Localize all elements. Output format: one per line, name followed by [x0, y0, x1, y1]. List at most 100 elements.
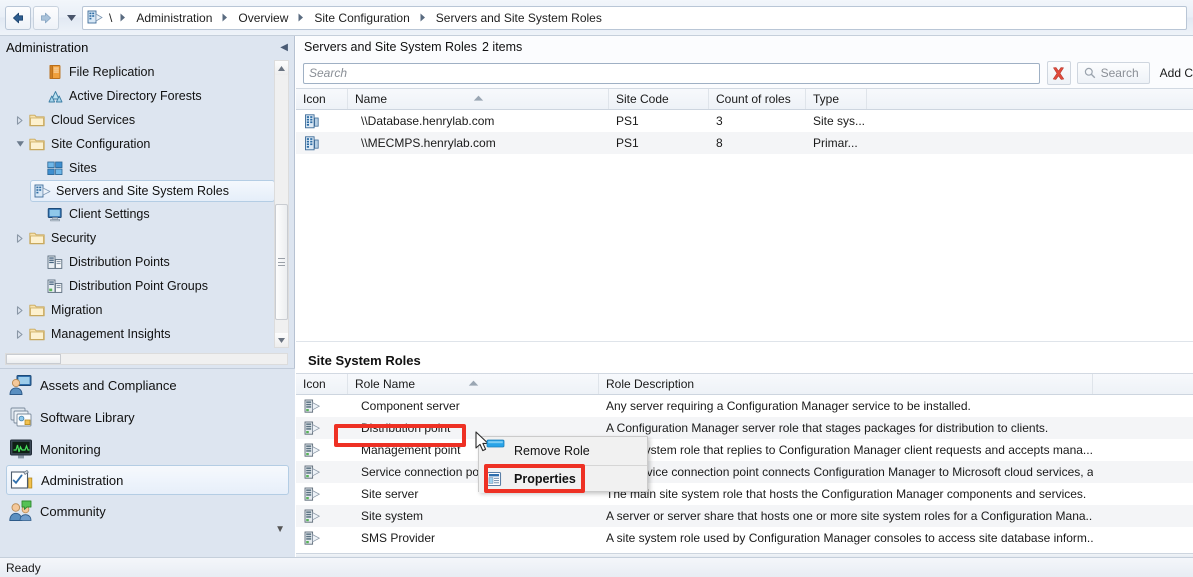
column-header-label: Icon [303, 377, 326, 391]
site-role-icon [296, 527, 348, 549]
sidebar-item-servers-and-site-system-roles[interactable]: Servers and Site System Roles [30, 180, 275, 202]
sidebar-item-security[interactable]: Security [0, 226, 295, 250]
search-input[interactable]: Search [303, 63, 1040, 84]
cell-site-code: PS1 [609, 110, 709, 132]
sidebar-item-client-settings[interactable]: Client Settings [0, 202, 295, 226]
cell-role-description: Any server requiring a Configuration Man… [599, 395, 1093, 417]
search-button-label: Search [1101, 66, 1139, 80]
scrollbar-grip-icon [278, 258, 285, 266]
column-header-icon[interactable]: Icon [296, 89, 348, 109]
configuration-manager-console: \ Administration Overview Site Configura… [0, 0, 1193, 577]
column-header-type[interactable]: Type [806, 89, 867, 109]
breadcrumb-separator-icon[interactable] [416, 13, 430, 22]
sidebar-item-management-insights[interactable]: Management Insights [0, 322, 295, 346]
table-row[interactable]: \\Database.henrylab.comPS13Site sys... [296, 110, 1193, 132]
sidebar-item-file-replication[interactable]: File Replication [0, 60, 295, 84]
red-x-icon [1051, 66, 1066, 81]
tree-expander-icon[interactable] [12, 116, 28, 125]
tree-expander-icon[interactable] [12, 234, 28, 243]
folder-icon [28, 135, 46, 153]
collapse-left-icon[interactable]: ◀ [280, 42, 288, 53]
servers-grid-body: \\Database.henrylab.comPS13Site sys...\\… [296, 110, 1193, 154]
cell-name: \\Database.henrylab.com [348, 110, 609, 132]
sidebar-item-cloud-services[interactable]: Cloud Services [0, 108, 295, 132]
scroll-down-icon[interactable] [275, 333, 288, 347]
table-row[interactable]: Distribution pointA Configuration Manage… [296, 417, 1193, 439]
search-placeholder: Search [309, 66, 347, 80]
tree-expander-icon[interactable] [12, 330, 28, 339]
page-title: Servers and Site System Roles 2 items [296, 36, 1193, 58]
sidebar-item-distribution-points[interactable]: Distribution Points [0, 250, 295, 274]
tree-scrollbar-thumb[interactable] [275, 204, 288, 320]
breadcrumb-item-administration[interactable]: Administration [130, 11, 218, 25]
add-criteria-button[interactable]: Add C [1150, 66, 1193, 80]
menu-item-label: Remove Role [508, 444, 590, 458]
sidebar-item-site-configuration[interactable]: Site Configuration [0, 132, 295, 156]
workspace-assets-and-compliance[interactable]: Assets and Compliance [0, 369, 295, 401]
breadcrumb-item-servers-and-site-system-roles[interactable]: Servers and Site System Roles [430, 11, 608, 25]
tree-vertical-scrollbar[interactable] [274, 60, 289, 348]
tree-expander-icon[interactable] [12, 306, 28, 315]
site-system-roles-panel: Site System Roles IconRole NameRole Desc… [296, 347, 1193, 557]
cell-role-name: Site system [348, 505, 599, 527]
breadcrumb-item-site-configuration[interactable]: Site Configuration [308, 11, 415, 25]
breadcrumb-separator-icon[interactable] [218, 13, 232, 22]
sidebar-item-sites[interactable]: Sites [0, 156, 295, 180]
workspace-community[interactable]: Community [0, 495, 295, 527]
tree-hscrollbar-thumb[interactable] [6, 354, 61, 364]
server-icon [296, 110, 348, 132]
breadcrumb-separator-icon[interactable] [294, 13, 308, 22]
column-header-count-of-roles[interactable]: Count of roles [709, 89, 806, 109]
breadcrumb[interactable]: \ Administration Overview Site Configura… [82, 6, 1187, 30]
magnifier-icon [1084, 67, 1096, 79]
search-button[interactable]: Search [1077, 62, 1150, 84]
table-row[interactable]: Site systemA server or server share that… [296, 505, 1193, 527]
administration-icon [9, 468, 35, 492]
back-arrow-icon[interactable] [5, 6, 31, 30]
chevron-down-icon[interactable] [63, 15, 79, 21]
search-toolbar: Search Search Add C [296, 58, 1193, 88]
column-header-name[interactable]: Name [348, 89, 609, 109]
page-title-text: Servers and Site System Roles [304, 40, 477, 54]
column-header-icon[interactable]: Icon [296, 374, 348, 394]
workspace-monitoring[interactable]: Monitoring [0, 433, 295, 465]
breadcrumb-separator-icon[interactable] [116, 13, 130, 22]
cell-site-code: PS1 [609, 132, 709, 154]
column-header-role-description[interactable]: Role Description [599, 374, 1093, 394]
tree-expander-icon[interactable] [12, 140, 28, 148]
table-row[interactable]: \\MECMPS.henrylab.comPS18Primar... [296, 132, 1193, 154]
table-row[interactable]: Management pointA site system role that … [296, 439, 1193, 461]
column-header-role-name[interactable]: Role Name [348, 374, 599, 394]
sidebar-item-active-directory-forests[interactable]: Active Directory Forests [0, 84, 295, 108]
menu-item-properties[interactable]: Properties [479, 465, 647, 493]
distribution-point-groups-icon [46, 277, 64, 295]
table-row[interactable]: Site serverThe main site system role tha… [296, 483, 1193, 505]
workspace-more-icon[interactable]: ▼ [275, 524, 285, 535]
clear-search-button[interactable] [1047, 61, 1071, 85]
sidebar-item-distribution-point-groups[interactable]: Distribution Point Groups [0, 274, 295, 298]
cell-count-of-roles: 3 [709, 110, 806, 132]
tree-horizontal-scrollbar[interactable] [5, 353, 288, 365]
column-header-filler [867, 89, 1193, 109]
scroll-up-icon[interactable] [275, 61, 288, 75]
forward-arrow-icon[interactable] [33, 6, 59, 30]
sidebar-item-label: Client Settings [69, 207, 150, 221]
column-header-label: Icon [303, 92, 326, 106]
table-row[interactable]: Service connection pointThe service conn… [296, 461, 1193, 483]
column-header-site-code[interactable]: Site Code [609, 89, 709, 109]
cell-name: \\MECMPS.henrylab.com [348, 132, 609, 154]
workspace-administration[interactable]: Administration [6, 465, 289, 495]
breadcrumb-root[interactable]: \ [107, 11, 116, 25]
active-directory-forests-icon [46, 87, 64, 105]
table-row[interactable]: SMS ProviderA site system role used by C… [296, 527, 1193, 549]
software-library-icon [8, 405, 34, 429]
sidebar-item-migration[interactable]: Migration [0, 298, 295, 322]
column-header-filler [1093, 374, 1193, 394]
cell-role-description: The service connection point connects Co… [599, 461, 1093, 483]
servers-grid: Icon NameSite CodeCount of rolesType \\Da… [296, 88, 1193, 154]
site-role-icon [296, 483, 348, 505]
workspace-label: Administration [41, 473, 123, 488]
breadcrumb-item-overview[interactable]: Overview [232, 11, 294, 25]
table-row[interactable]: Component serverAny server requiring a C… [296, 395, 1193, 417]
workspace-software-library[interactable]: Software Library [0, 401, 295, 433]
